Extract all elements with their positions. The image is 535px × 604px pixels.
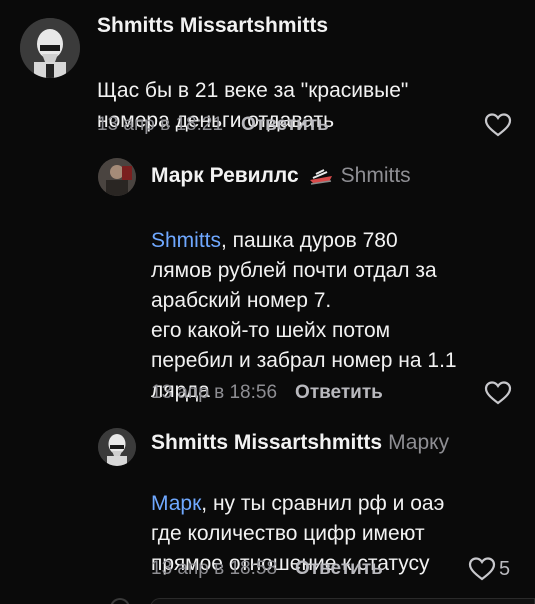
heart-icon xyxy=(484,381,512,405)
stormtrooper-avatar[interactable] xyxy=(20,18,80,78)
comment-header: Shmitts Missartshmitts xyxy=(97,13,328,39)
reply-to-name[interactable]: Марку xyxy=(388,431,449,454)
like-button[interactable] xyxy=(484,380,512,406)
comment-input-field[interactable] xyxy=(150,598,535,604)
comment-meta: 13 апр в 18:21 Ответить xyxy=(97,113,329,137)
author-name[interactable]: Shmitts Missartshmitts xyxy=(97,14,328,37)
reply-button[interactable]: Ответить xyxy=(241,114,329,135)
comment-text: Shmitts, пашка дуров 780 лямов рублей по… xyxy=(151,196,521,406)
reply-button[interactable]: Ответить xyxy=(295,558,383,579)
comment-header: Марк Ревиллс Shmitts xyxy=(151,163,411,189)
comments-thread: Shmitts Missartshmitts Щас бы в 21 веке … xyxy=(0,0,535,604)
like-button[interactable]: 5 xyxy=(468,556,510,582)
comment-text-body: , пашка дуров 780 лямов рублей почти отд… xyxy=(151,229,457,402)
author-name[interactable]: Марк Ревиллс xyxy=(151,164,299,187)
like-button[interactable] xyxy=(484,112,512,138)
bottom-toolbar-handle xyxy=(110,598,130,604)
comment-time: 13 апр в 18:56 xyxy=(151,382,278,403)
reply-to-name[interactable]: Shmitts xyxy=(341,164,411,187)
mention-link[interactable]: Марк xyxy=(151,492,201,515)
author-name[interactable]: Shmitts Missartshmitts xyxy=(151,431,382,454)
comment-time: 13 апр в 18:58 xyxy=(151,558,278,579)
comment-meta: 13 апр в 18:56 Ответить xyxy=(151,381,383,405)
boat-emoji-icon xyxy=(309,169,332,186)
reply-button[interactable]: Ответить xyxy=(295,382,383,403)
stormtrooper-avatar[interactable] xyxy=(98,428,136,466)
heart-icon xyxy=(468,557,496,581)
heart-icon xyxy=(484,113,512,137)
comment-time: 13 апр в 18:21 xyxy=(97,114,224,135)
comment-meta: 13 апр в 18:58 Ответить xyxy=(151,557,383,581)
like-count: 5 xyxy=(499,557,511,580)
user-photo-avatar[interactable] xyxy=(98,158,136,196)
mention-link[interactable]: Shmitts xyxy=(151,229,221,252)
comment-header: Shmitts Missartshmitts Марку xyxy=(151,430,449,456)
